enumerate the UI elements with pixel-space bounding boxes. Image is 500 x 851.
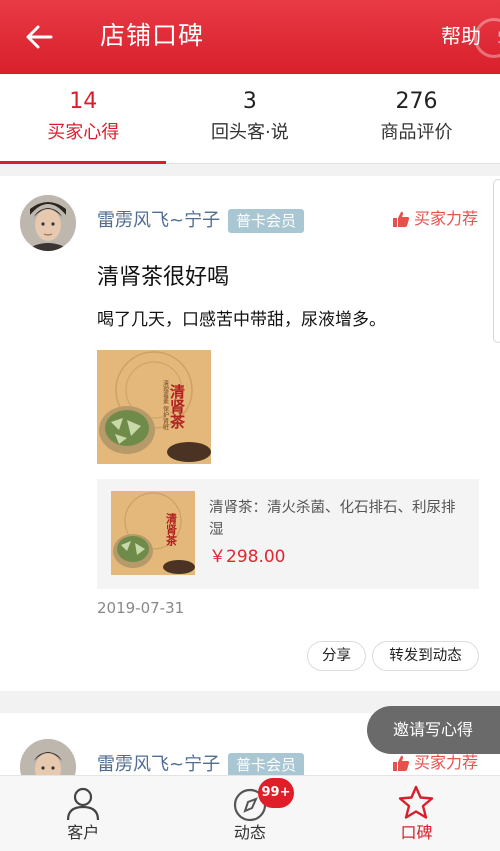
section-divider (0, 164, 500, 176)
user-avatar-icon (20, 195, 76, 251)
nav-item-customers[interactable]: 客户 (0, 776, 167, 851)
invite-write-review-button[interactable]: 邀请写心得 (367, 706, 500, 754)
member-badge: 普卡会员 (228, 209, 305, 233)
app-header: 店铺口碑 帮助 5 (0, 0, 500, 74)
share-button[interactable]: 分享 (307, 641, 366, 671)
forward-to-feed-button[interactable]: 转发到动态 (372, 641, 479, 671)
buyer-recommend-tag: 买家力荐 (392, 207, 478, 231)
user-name[interactable]: 雷雳风飞~宁子 (97, 753, 220, 777)
arrow-left-icon (26, 25, 53, 49)
post-title: 清肾茶很好喝 (97, 265, 230, 290)
product-price: ￥298.00 (209, 547, 286, 567)
product-name: 清肾茶：清火杀菌、化石排石、利尿排湿 (209, 500, 456, 538)
post-body: 喝了几天，口感苦中带甜，尿液增多。 (97, 310, 386, 330)
post-image[interactable]: 清肾茶 清理毒素 保护肾脏 (97, 350, 211, 464)
bottom-nav: 客户 动态 口碑 (0, 775, 500, 851)
image-subtext: 清理毒素 保护肾脏 (162, 379, 169, 431)
post-date: 2019-07-31 (97, 599, 185, 617)
star-icon (399, 785, 434, 819)
thumbs-up-icon (393, 211, 410, 227)
post-card (0, 176, 500, 691)
nav-label: 客户 (67, 823, 100, 842)
thumbs-up-icon (393, 755, 410, 771)
tea-product-photo: 清肾茶 (111, 491, 195, 575)
tab-returning-customers[interactable]: 3 回头客·说 (167, 74, 334, 163)
nav-item-feed[interactable]: 动态 (167, 776, 334, 851)
scroll-handle[interactable] (493, 179, 500, 343)
tea-photo: 清肾茶 清理毒素 保护肾脏 (97, 350, 211, 464)
tab-count: 276 (395, 89, 438, 114)
tab-count: 14 (69, 89, 98, 114)
review-tabs: 14 买家心得 3 回头客·说 276 商品评价 (0, 74, 500, 164)
tab-label: 买家心得 (47, 122, 120, 143)
nav-label: 口碑 (400, 823, 433, 842)
tab-label: 商品评价 (380, 122, 453, 143)
image-caption: 清肾茶 (168, 383, 186, 430)
nav-item-reputation[interactable]: 口碑 (333, 776, 500, 851)
tab-label: 回头客·说 (211, 122, 289, 143)
tab-count: 3 (242, 89, 257, 114)
recommend-label: 买家力荐 (414, 209, 479, 228)
member-badge: 普卡会员 (228, 753, 305, 777)
linked-product[interactable]: 清肾茶 清肾茶：清火杀菌、化石排石、利尿排湿 ￥298.00 (97, 479, 479, 589)
thumb-caption: 清肾茶 (165, 512, 179, 547)
page-title: 店铺口碑 (100, 21, 205, 50)
help-floating-indicator[interactable]: 5 (474, 18, 500, 58)
recommend-label: 买家力荐 (414, 753, 479, 772)
buyer-recommend-tag: 买家力荐 (392, 751, 478, 775)
back-button[interactable] (22, 20, 56, 54)
tab-product-reviews[interactable]: 276 商品评价 (333, 74, 500, 163)
product-thumbnail: 清肾茶 (111, 491, 195, 575)
user-name[interactable]: 雷雳风飞~宁子 (97, 209, 220, 233)
nav-label: 动态 (233, 823, 266, 842)
person-icon (67, 787, 100, 821)
tab-buyer-experience[interactable]: 14 买家心得 (0, 74, 167, 164)
avatar[interactable] (20, 195, 76, 251)
notification-badge: 99+ (258, 778, 294, 808)
